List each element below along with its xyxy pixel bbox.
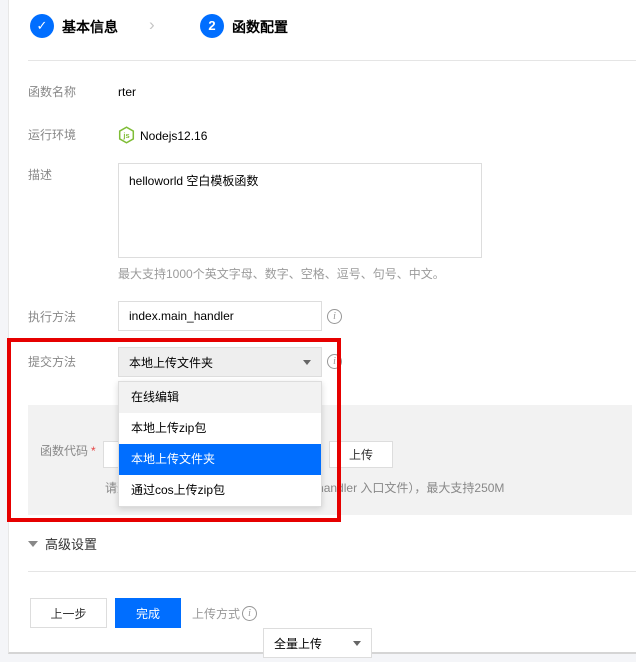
description-textarea[interactable]: helloworld 空白模板函数 (118, 163, 482, 258)
submit-method-selected-value: 本地上传文件夹 (129, 354, 213, 371)
field-label-description: 描述 (28, 168, 52, 182)
step2-label: 函数配置 (232, 19, 288, 35)
footer-divider (28, 571, 636, 572)
step1-label: 基本信息 (62, 19, 118, 35)
previous-step-button[interactable]: 上一步 (30, 598, 107, 628)
field-label-submit-method: 提交方法 (28, 355, 76, 369)
upload-mode-info-icon[interactable]: i (242, 606, 257, 621)
upload-mode-label-group: 上传方式 i (192, 605, 257, 622)
submit-method-info-icon[interactable]: i (327, 354, 342, 369)
function-code-label-text: 函数代码 (40, 444, 88, 458)
handler-input[interactable] (118, 301, 322, 331)
finish-button[interactable]: 完成 (115, 598, 181, 628)
chevron-right-icon: › (149, 15, 155, 35)
upload-mode-label: 上传方式 (192, 605, 240, 622)
description-hint: 最大支持1000个英文字母、数字、空格、逗号、句号、中文。 (118, 267, 445, 281)
required-asterisk: * (91, 444, 96, 458)
field-label-function-code: 函数代码* (40, 444, 96, 458)
upload-button[interactable]: 上传 (329, 441, 393, 468)
step1-done-check-icon: ✓ (30, 14, 54, 38)
caret-down-icon (28, 541, 38, 547)
submit-method-select[interactable]: 本地上传文件夹 (118, 347, 322, 377)
caret-down-icon (353, 641, 361, 646)
nodejs-icon: js (118, 126, 135, 147)
dropdown-option-local-folder[interactable]: 本地上传文件夹 (119, 444, 321, 475)
main-panel (8, 0, 636, 654)
dropdown-option-local-zip[interactable]: 本地上传zip包 (119, 413, 321, 444)
dropdown-option-online-edit[interactable]: 在线编辑 (119, 382, 321, 413)
caret-down-icon (303, 360, 311, 365)
advanced-settings-label: 高级设置 (45, 537, 97, 552)
handler-info-icon[interactable]: i (327, 309, 342, 324)
field-label-handler: 执行方法 (28, 310, 76, 324)
field-label-runtime: 运行环境 (28, 128, 76, 142)
page: { "steps": { "step1": { "label": "基本信息",… (0, 0, 636, 662)
header-divider (28, 60, 636, 61)
upload-mode-selected-value: 全量上传 (274, 635, 322, 652)
submit-method-dropdown: 在线编辑 本地上传zip包 本地上传文件夹 通过cos上传zip包 (118, 381, 322, 507)
dropdown-option-cos-zip[interactable]: 通过cos上传zip包 (119, 475, 321, 506)
function-name-value: rter (118, 85, 136, 99)
svg-text:js: js (122, 131, 129, 140)
step2-number-badge: 2 (200, 14, 224, 38)
runtime-value: Nodejs12.16 (140, 129, 207, 143)
field-label-function-name: 函数名称 (28, 85, 76, 99)
upload-mode-select[interactable]: 全量上传 (263, 628, 372, 658)
advanced-settings-toggle[interactable]: 高级设置 (28, 534, 97, 553)
